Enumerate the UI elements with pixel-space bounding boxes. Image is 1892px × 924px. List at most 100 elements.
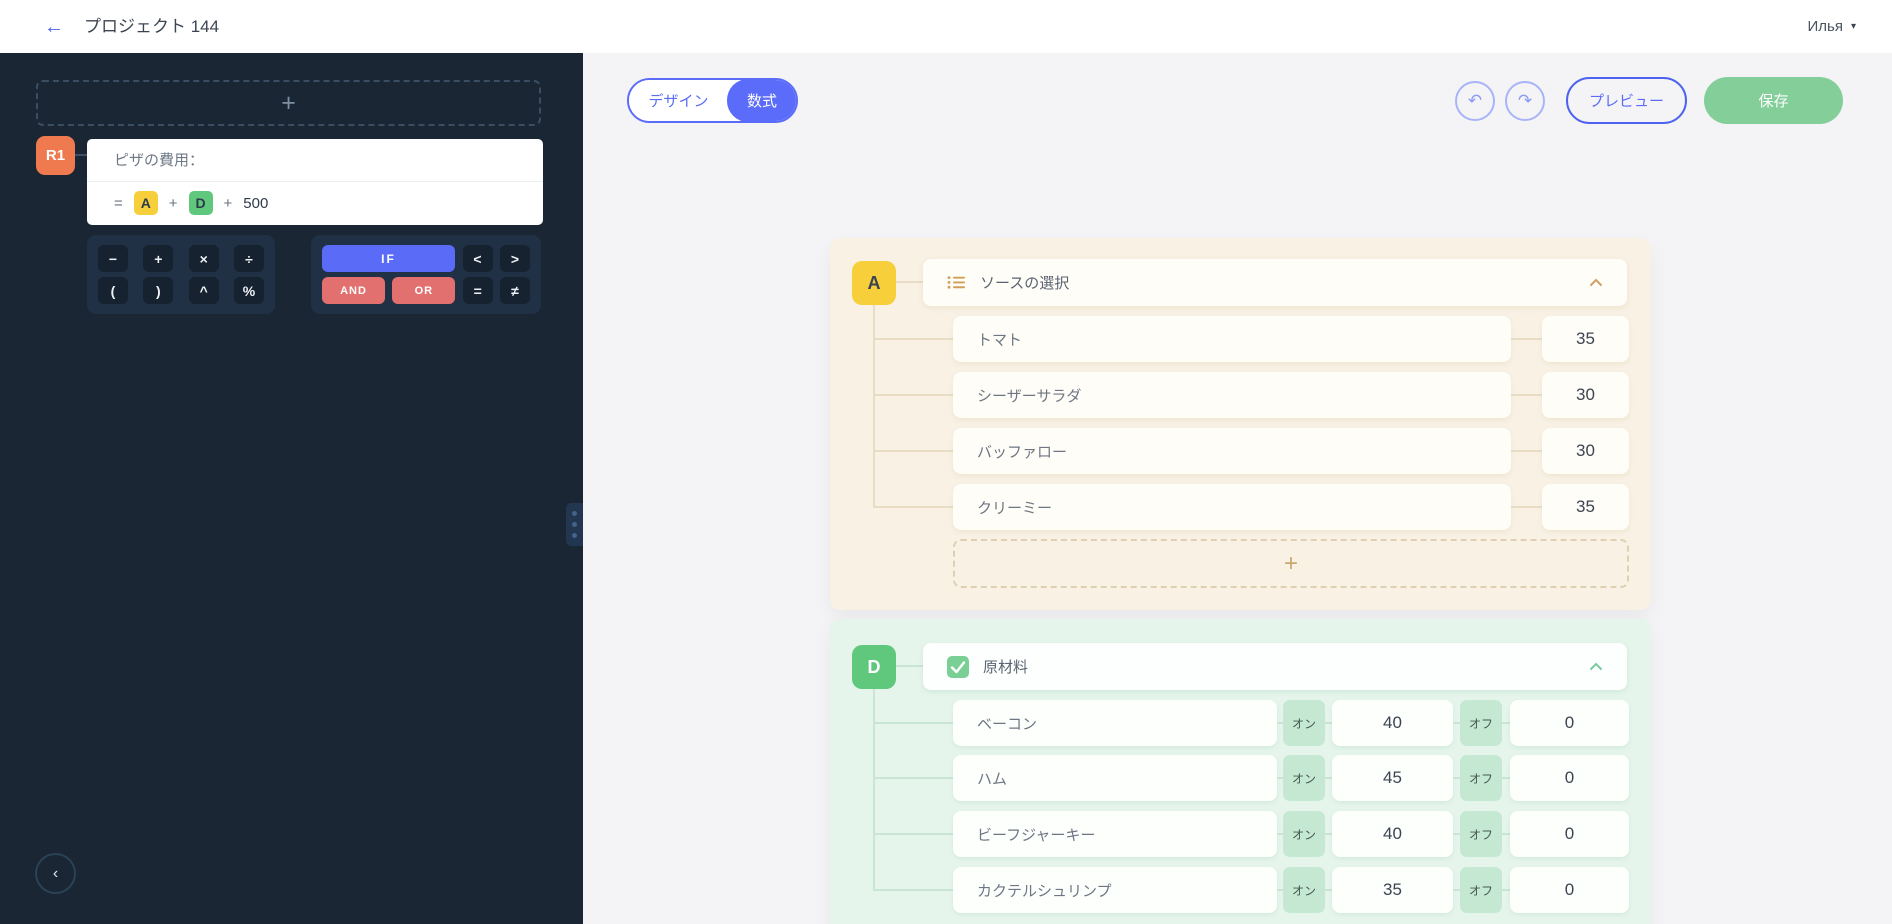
variable-badge-d[interactable]: D bbox=[852, 645, 896, 689]
add-option-button[interactable]: + bbox=[953, 539, 1629, 588]
option-name-field[interactable]: トマト bbox=[953, 316, 1511, 362]
save-button[interactable]: 保存 bbox=[1704, 77, 1843, 124]
arithmetic-keypad: − + × ÷ ( ) ^ % bbox=[87, 235, 275, 314]
close-paren-key[interactable]: ) bbox=[143, 277, 173, 304]
option-value-field[interactable]: 30 bbox=[1542, 428, 1629, 474]
connector-line bbox=[873, 889, 953, 891]
off-value-field[interactable]: 0 bbox=[1510, 811, 1629, 857]
group-header-sauces[interactable]: ソースの選択 bbox=[923, 259, 1627, 306]
connector-line bbox=[896, 665, 923, 667]
undo-button[interactable]: ↶ bbox=[1455, 81, 1495, 121]
open-paren-key[interactable]: ( bbox=[98, 277, 128, 304]
formula-row: = A + D + 500 bbox=[87, 182, 543, 224]
variable-chip-d[interactable]: D bbox=[189, 191, 213, 215]
on-value-field[interactable]: 45 bbox=[1332, 755, 1453, 801]
variable-badge-a[interactable]: A bbox=[852, 261, 896, 305]
chevron-up-icon[interactable] bbox=[1589, 278, 1603, 287]
result-badge-r1[interactable]: R1 bbox=[36, 136, 75, 175]
off-value-field[interactable]: 0 bbox=[1510, 755, 1629, 801]
on-value-field[interactable]: 35 bbox=[1332, 867, 1453, 913]
ingredient-name-field[interactable]: ビーフジャーキー bbox=[953, 811, 1277, 857]
ingredient-name-field[interactable]: ベーコン bbox=[953, 700, 1277, 746]
connector-line bbox=[1502, 889, 1510, 891]
collapse-sidebar-button[interactable]: ‹ bbox=[35, 853, 76, 894]
off-chip[interactable]: オフ bbox=[1460, 755, 1502, 801]
minus-key[interactable]: − bbox=[98, 245, 128, 272]
off-chip[interactable]: オフ bbox=[1460, 811, 1502, 857]
plus-key[interactable]: + bbox=[143, 245, 173, 272]
plus-operator: + bbox=[224, 195, 233, 212]
connector-line bbox=[873, 450, 953, 452]
off-value-field[interactable]: 0 bbox=[1510, 700, 1629, 746]
checkbox-checked-icon[interactable] bbox=[947, 656, 969, 678]
connector-line bbox=[1325, 889, 1332, 891]
greater-than-key[interactable]: > bbox=[500, 245, 530, 272]
connector-line bbox=[873, 689, 875, 890]
back-button[interactable]: ← bbox=[40, 13, 68, 41]
preview-button[interactable]: プレビュー bbox=[1566, 77, 1687, 124]
group-header-ingredients[interactable]: 原材料 bbox=[923, 643, 1627, 690]
option-name-field[interactable]: シーザーサラダ bbox=[953, 372, 1511, 418]
connector-line bbox=[1511, 338, 1542, 340]
tab-design[interactable]: デザイン bbox=[629, 80, 728, 121]
option-value-field[interactable]: 35 bbox=[1542, 484, 1629, 530]
connector-line bbox=[1453, 722, 1460, 724]
if-key[interactable]: IF bbox=[322, 245, 455, 272]
sidebar-resize-handle[interactable] bbox=[566, 503, 583, 546]
on-chip[interactable]: オン bbox=[1283, 755, 1325, 801]
power-key[interactable]: ^ bbox=[189, 277, 219, 304]
connector-line bbox=[873, 305, 875, 507]
connector-line bbox=[873, 506, 953, 508]
list-icon bbox=[947, 275, 966, 290]
multiply-key[interactable]: × bbox=[189, 245, 219, 272]
option-value-field[interactable]: 30 bbox=[1542, 372, 1629, 418]
or-key[interactable]: OR bbox=[392, 277, 455, 304]
off-chip[interactable]: オフ bbox=[1460, 867, 1502, 913]
on-chip[interactable]: オン bbox=[1283, 811, 1325, 857]
connector-line bbox=[1511, 394, 1542, 396]
equals-sign: = bbox=[114, 195, 123, 212]
plus-operator: + bbox=[169, 195, 178, 212]
app-window: ← プロジェクト 144 Илья ▾ + R1 ピザの費用： = A + D … bbox=[0, 0, 1892, 924]
option-name-field[interactable]: クリーミー bbox=[953, 484, 1511, 530]
divide-key[interactable]: ÷ bbox=[234, 245, 264, 272]
logic-keypad: IF < > AND OR = ≠ bbox=[311, 235, 541, 314]
connector-line bbox=[873, 338, 953, 340]
equals-key[interactable]: = bbox=[463, 277, 493, 304]
on-chip[interactable]: オン bbox=[1283, 700, 1325, 746]
percent-key[interactable]: % bbox=[234, 277, 264, 304]
connector-line bbox=[873, 394, 953, 396]
connector-line bbox=[873, 833, 953, 835]
constant-token[interactable]: 500 bbox=[243, 195, 268, 212]
tab-formula[interactable]: 数式 bbox=[727, 79, 797, 122]
group-card-a: A ソースの選択 トマト 35 シーザーサラダ 30 バッファロー bbox=[830, 238, 1651, 610]
option-value-field[interactable]: 35 bbox=[1542, 316, 1629, 362]
user-menu[interactable]: Илья ▾ bbox=[1807, 0, 1856, 53]
not-equals-key[interactable]: ≠ bbox=[500, 277, 530, 304]
on-value-field[interactable]: 40 bbox=[1332, 811, 1453, 857]
less-than-key[interactable]: < bbox=[463, 245, 493, 272]
add-result-button[interactable]: + bbox=[36, 80, 541, 126]
connector-line bbox=[1502, 833, 1510, 835]
option-row: バッファロー 30 bbox=[953, 428, 1629, 474]
ingredient-row: ハム オン 45 オフ 0 bbox=[953, 755, 1629, 801]
and-key[interactable]: AND bbox=[322, 277, 385, 304]
ingredient-name-field[interactable]: カクテルシュリンプ bbox=[953, 867, 1277, 913]
on-value-field[interactable]: 40 bbox=[1332, 700, 1453, 746]
connector-line bbox=[873, 722, 953, 724]
option-name-field[interactable]: バッファロー bbox=[953, 428, 1511, 474]
top-bar: ← プロジェクト 144 Илья ▾ bbox=[0, 0, 1892, 53]
off-chip[interactable]: オフ bbox=[1460, 700, 1502, 746]
connector-line bbox=[873, 777, 953, 779]
connector-line bbox=[1453, 777, 1460, 779]
ingredient-name-field[interactable]: ハム bbox=[953, 755, 1277, 801]
ingredient-row: ベーコン オン 40 オフ 0 bbox=[953, 700, 1629, 746]
on-chip[interactable]: オン bbox=[1283, 867, 1325, 913]
result-title[interactable]: ピザの費用： bbox=[87, 139, 543, 182]
connector-line bbox=[896, 281, 923, 283]
ingredient-row: カクテルシュリンプ オン 35 オフ 0 bbox=[953, 867, 1629, 913]
variable-chip-a[interactable]: A bbox=[134, 191, 158, 215]
redo-button[interactable]: ↷ bbox=[1505, 81, 1545, 121]
chevron-up-icon[interactable] bbox=[1589, 662, 1603, 671]
off-value-field[interactable]: 0 bbox=[1510, 867, 1629, 913]
